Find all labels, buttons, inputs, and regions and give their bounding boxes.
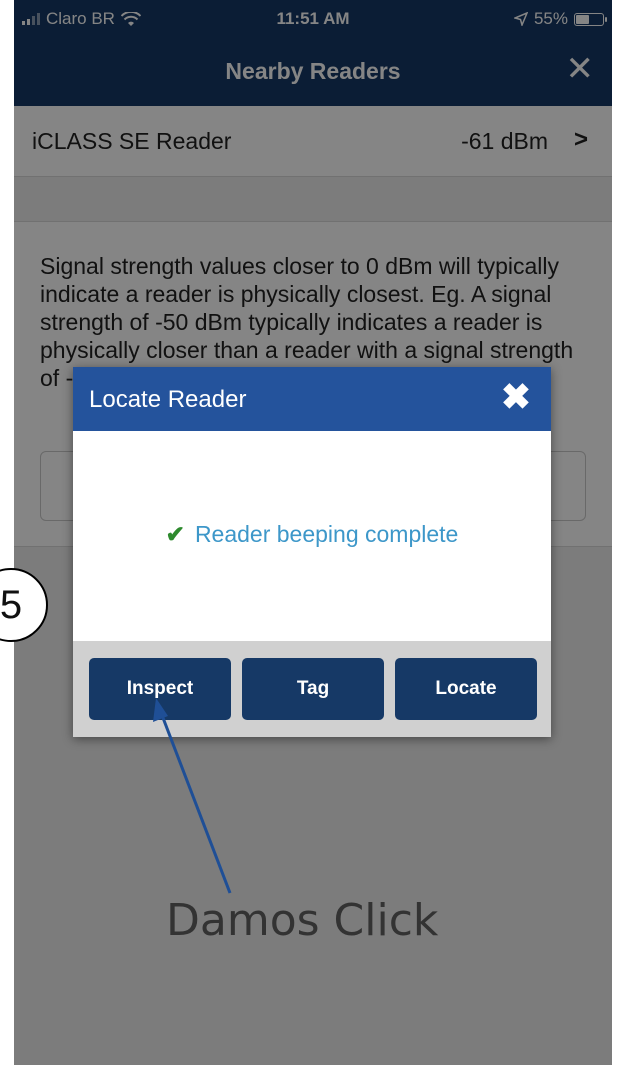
inspect-button[interactable]: Inspect (89, 658, 231, 720)
status-message-text: Reader beeping complete (194, 521, 459, 547)
dialog-header: Locate Reader ✖ (73, 367, 551, 431)
dialog-footer: Inspect Tag Locate (73, 641, 551, 737)
annotation-label: Damos Click (166, 895, 439, 946)
status-message: ✔ Reader beeping complete (73, 521, 551, 548)
locate-reader-dialog: Locate Reader ✖ ✔ Reader beeping complete… (73, 367, 551, 737)
tag-button[interactable]: Tag (242, 658, 384, 720)
locate-button[interactable]: Locate (395, 658, 537, 720)
checkmark-icon: ✔ (165, 521, 185, 547)
close-dialog-icon[interactable]: ✖ (501, 379, 531, 415)
dialog-title: Locate Reader (89, 386, 247, 413)
